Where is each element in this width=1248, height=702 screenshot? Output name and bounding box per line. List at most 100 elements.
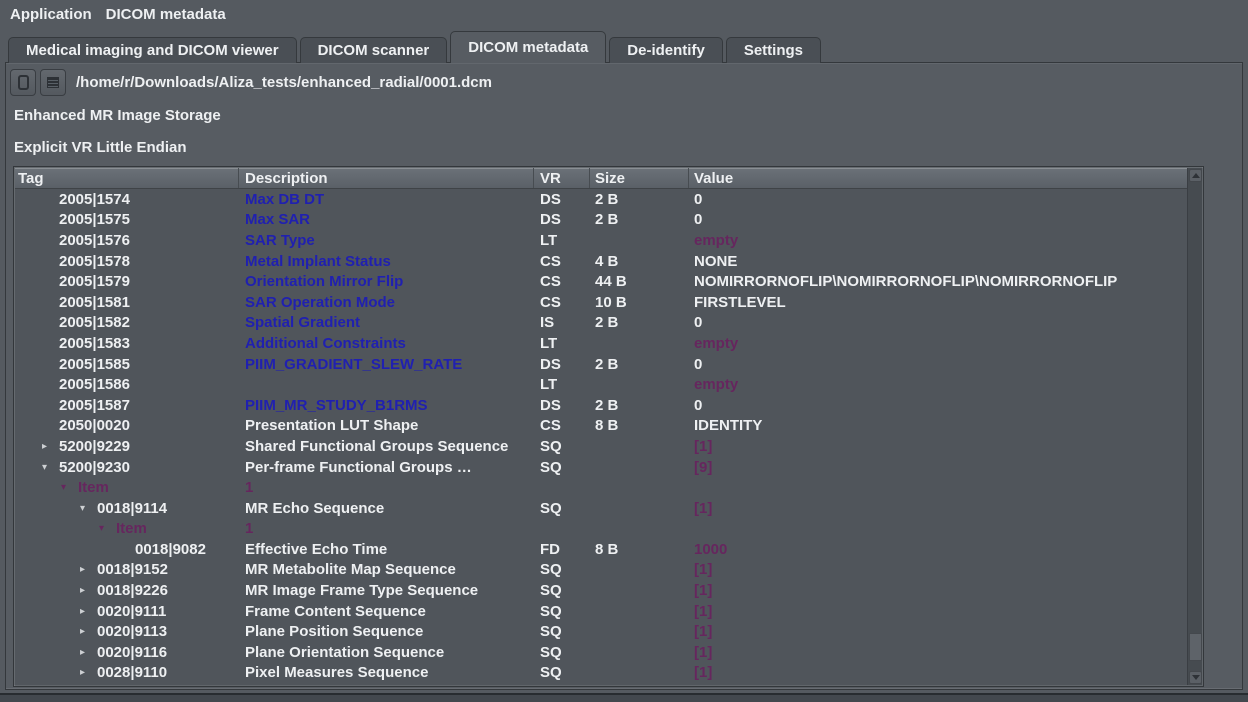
table-row[interactable]: ▸0028|9110Pixel Measures SequenceSQ[1] [15, 663, 1189, 684]
column-header-description[interactable]: Description [239, 168, 534, 188]
collapse-arrow-icon[interactable]: ▾ [80, 503, 97, 514]
size-cell: 2 B [590, 356, 689, 373]
table-row[interactable]: 2005|1583Additional ConstraintsLTempty [15, 333, 1189, 354]
table-row[interactable]: 2005|1586LTempty [15, 374, 1189, 395]
tag-text: 0020|9113 [97, 623, 167, 640]
tag-text: 0018|9082 [135, 541, 206, 558]
collapse-arrow-icon[interactable]: ▾ [99, 523, 116, 534]
table-row[interactable]: 2005|1581SAR Operation ModeCS10 BFIRSTLE… [15, 292, 1189, 313]
scrollbar-thumb[interactable] [1189, 633, 1202, 661]
value-cell: [1] [689, 664, 1189, 681]
collapse-arrow-icon[interactable]: ▾ [61, 482, 78, 493]
value-cell: NOMIRRORNOFLIP\NOMIRRORNOFLIP\NOMIRRORNO… [689, 273, 1189, 290]
column-header-vr[interactable]: VR [534, 168, 590, 188]
size-cell: 2 B [590, 191, 689, 208]
scroll-down-button[interactable] [1189, 671, 1202, 684]
toolbar-button-1[interactable] [10, 69, 36, 96]
table-row[interactable]: ▸[1] [15, 683, 1189, 685]
tab-dicom-scanner[interactable]: DICOM scanner [300, 37, 448, 63]
tag-cell: 2005|1586 [15, 376, 239, 393]
tag-cell: ▸5200|9229 [15, 438, 239, 455]
table-row[interactable]: ▸5200|9229Shared Functional Groups Seque… [15, 436, 1189, 457]
table-body: 2005|1574Max DB DTDS2 B02005|1575Max SAR… [15, 189, 1189, 685]
table-row[interactable]: 2005|1579Orientation Mirror FlipCS44 BNO… [15, 271, 1189, 292]
toolbar-button-2[interactable] [40, 69, 66, 96]
expand-arrow-icon[interactable]: ▸ [42, 441, 59, 452]
expand-arrow-icon[interactable]: ▸ [80, 606, 97, 617]
value-cell: 0 [689, 397, 1189, 414]
description-cell: Pixel Measures Sequence [239, 664, 534, 681]
tag-cell: 2005|1576 [15, 232, 239, 249]
tag-text: 2005|1587 [59, 397, 130, 414]
table-row[interactable]: ▸0020|9111Frame Content SequenceSQ[1] [15, 601, 1189, 622]
vr-cell: LT [534, 376, 590, 393]
sop-class-label: Enhanced MR Image Storage [14, 108, 221, 124]
table-row[interactable]: 2005|1575Max SARDS2 B0 [15, 210, 1189, 231]
table-row[interactable]: ▸0020|9116Plane Orientation SequenceSQ[1… [15, 642, 1189, 663]
arrow-down-icon [1192, 675, 1200, 680]
table-row[interactable]: 2005|1574Max DB DTDS2 B0 [15, 189, 1189, 210]
menu-item-application[interactable]: Application [3, 3, 99, 26]
tag-cell: 2005|1578 [15, 253, 239, 270]
table-row[interactable]: 0018|9082Effective Echo TimeFD8 B1000 [15, 539, 1189, 560]
expand-arrow-icon[interactable]: ▸ [80, 647, 97, 658]
expand-arrow-icon[interactable]: ▸ [80, 585, 97, 596]
column-header-tag[interactable]: Tag [15, 168, 239, 188]
vr-cell: IS [534, 314, 590, 331]
value-cell: 0 [689, 314, 1189, 331]
table-row[interactable]: ▾Item1 [15, 519, 1189, 540]
tab-settings[interactable]: Settings [726, 37, 821, 63]
description-cell: PIIM_GRADIENT_SLEW_RATE [239, 356, 534, 373]
table-row[interactable]: ▾0018|9114MR Echo SequenceSQ[1] [15, 498, 1189, 519]
table-row[interactable]: ▾5200|9230Per-frame Functional Groups …S… [15, 457, 1189, 478]
scroll-up-button[interactable] [1189, 169, 1202, 182]
expand-arrow-icon[interactable]: ▸ [80, 626, 97, 637]
vr-cell: SQ [534, 582, 590, 599]
expand-arrow-icon[interactable]: ▸ [80, 667, 97, 678]
column-header-size[interactable]: Size [590, 168, 689, 188]
description-cell: SAR Type [239, 232, 534, 249]
vr-cell: LT [534, 232, 590, 249]
size-cell: 2 B [590, 211, 689, 228]
table-row[interactable]: ▸0018|9152MR Metabolite Map SequenceSQ[1… [15, 560, 1189, 581]
table-row[interactable]: 2005|1585PIIM_GRADIENT_SLEW_RATEDS2 B0 [15, 354, 1189, 375]
value-cell: [9] [689, 459, 1189, 476]
value-cell: empty [689, 335, 1189, 352]
tag-text: 2005|1583 [59, 335, 130, 352]
table-row[interactable]: 2005|1582Spatial GradientIS2 B0 [15, 313, 1189, 334]
tab-de-identify[interactable]: De-identify [609, 37, 723, 63]
table-row[interactable]: ▾Item1 [15, 477, 1189, 498]
vertical-scrollbar[interactable] [1187, 168, 1202, 685]
tab-medical-imaging-and-dicom-viewer[interactable]: Medical imaging and DICOM viewer [8, 37, 297, 63]
tag-cell: ▸0020|9111 [15, 603, 239, 620]
vr-cell: FD [534, 541, 590, 558]
expand-arrow-icon[interactable]: ▸ [80, 564, 97, 575]
vr-cell: SQ [534, 459, 590, 476]
description-cell: PIIM_MR_STUDY_B1RMS [239, 397, 534, 414]
tag-text: Item [116, 520, 147, 537]
table-row[interactable]: ▸0018|9226MR Image Frame Type SequenceSQ… [15, 580, 1189, 601]
value-cell: 0 [689, 211, 1189, 228]
tag-text: 0020|9116 [97, 644, 167, 661]
collapse-arrow-icon[interactable]: ▾ [42, 462, 59, 473]
table-row[interactable]: 2005|1587PIIM_MR_STUDY_B1RMSDS2 B0 [15, 395, 1189, 416]
table-row[interactable]: 2005|1576SAR TypeLTempty [15, 230, 1189, 251]
table-header: TagDescriptionVRSizeValue [15, 168, 1189, 189]
file-path: /home/r/Downloads/Aliza_tests/enhanced_r… [76, 75, 492, 91]
vr-cell: DS [534, 211, 590, 228]
table-row[interactable]: 2050|0020Presentation LUT ShapeCS8 BIDEN… [15, 416, 1189, 437]
window-bottom-strip [0, 695, 1248, 702]
tab-dicom-metadata[interactable]: DICOM metadata [450, 31, 606, 63]
column-header-value[interactable]: Value [689, 168, 1189, 188]
description-cell: MR Echo Sequence [239, 500, 534, 517]
description-cell: MR Image Frame Type Sequence [239, 582, 534, 599]
size-cell: 10 B [590, 294, 689, 311]
tag-text: 2005|1576 [59, 232, 130, 249]
tag-cell: 2005|1583 [15, 335, 239, 352]
table-row[interactable]: ▸0020|9113Plane Position SequenceSQ[1] [15, 621, 1189, 642]
tag-text: 0028|9110 [97, 664, 167, 681]
table-row[interactable]: 2005|1578Metal Implant StatusCS4 BNONE [15, 251, 1189, 272]
tag-cell: ▾5200|9230 [15, 459, 239, 476]
vr-cell: SQ [534, 438, 590, 455]
menu-item-dicom-metadata[interactable]: DICOM metadata [99, 3, 233, 26]
